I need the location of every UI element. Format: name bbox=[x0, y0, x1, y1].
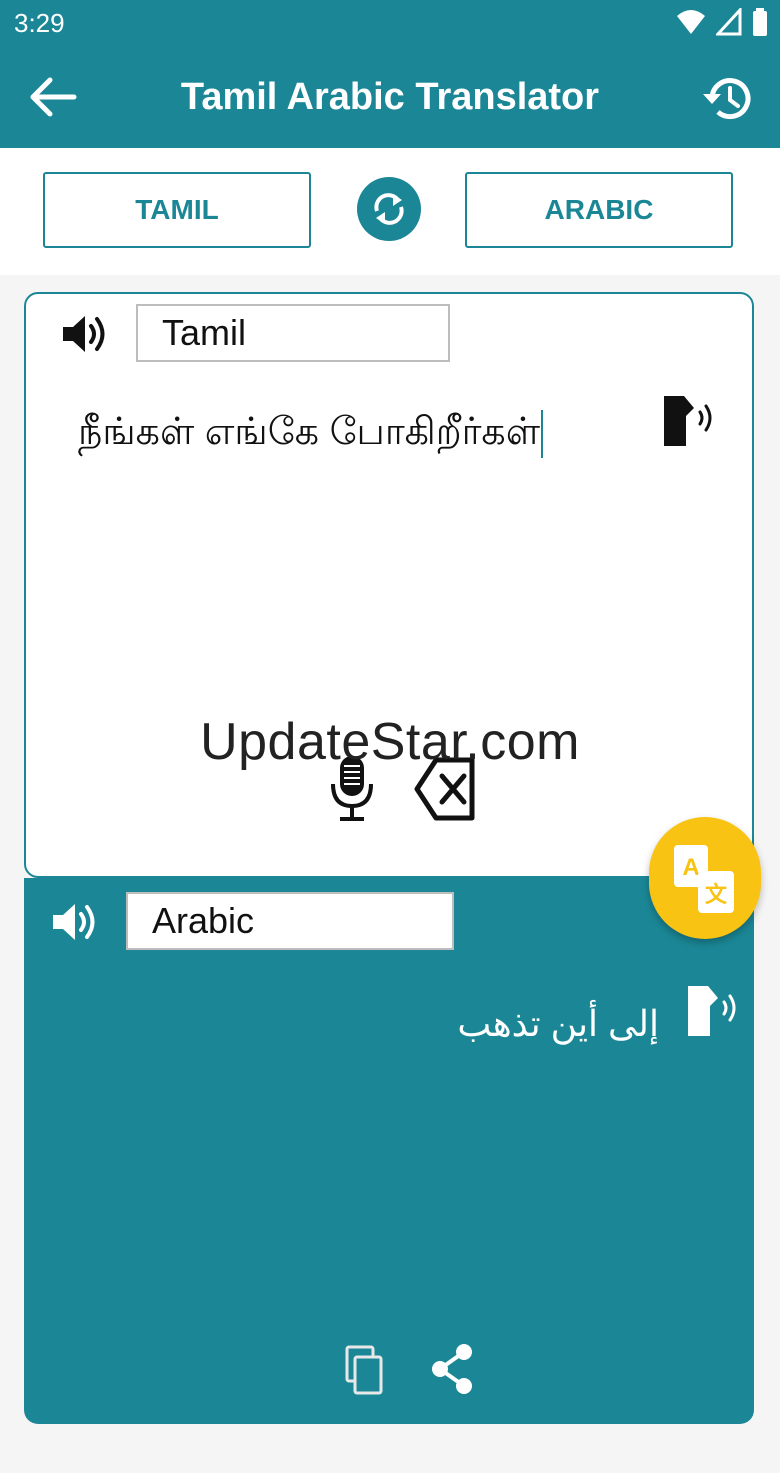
source-language-button[interactable]: TAMIL bbox=[43, 172, 311, 248]
translate-icon: A 文 bbox=[674, 845, 734, 913]
wifi-icon bbox=[677, 10, 705, 34]
history-icon[interactable] bbox=[700, 70, 756, 126]
translate-button[interactable]: A 文 bbox=[649, 817, 761, 939]
status-bar: 3:29 bbox=[0, 0, 780, 46]
translated-text-panel: Arabic إلى أين تذهب bbox=[24, 878, 754, 1424]
battery-icon bbox=[753, 8, 767, 36]
copy-icon[interactable] bbox=[344, 1344, 386, 1396]
source-text-panel: Tamil நீங்கள் எங்கே போகிறீர்கள் bbox=[24, 292, 754, 878]
speaker-icon[interactable] bbox=[60, 312, 110, 356]
status-time: 3:29 bbox=[14, 8, 65, 38]
share-icon[interactable] bbox=[428, 1342, 476, 1396]
text-caret bbox=[541, 410, 544, 458]
language-selector-bar: TAMIL ARABIC bbox=[0, 148, 780, 275]
speaker-icon[interactable] bbox=[50, 900, 100, 944]
swap-languages-button[interactable] bbox=[357, 177, 421, 241]
text-to-speech-icon[interactable] bbox=[686, 982, 742, 1040]
text-to-speech-icon[interactable] bbox=[662, 394, 718, 450]
translated-text: إلى أين تذهب bbox=[457, 1003, 659, 1044]
source-text: நீங்கள் எங்கே போகிறீர்கள் bbox=[78, 411, 541, 454]
app-bar: Tamil Arabic Translator bbox=[0, 46, 780, 148]
cellular-icon bbox=[716, 8, 742, 36]
svg-text:文: 文 bbox=[705, 882, 728, 908]
target-language-button[interactable]: ARABIC bbox=[465, 172, 733, 248]
watermark: UpdateStar.com bbox=[200, 713, 580, 771]
svg-text:A: A bbox=[682, 854, 699, 881]
system-icons bbox=[676, 8, 768, 36]
swap-icon bbox=[374, 193, 404, 225]
source-text-input[interactable]: நீங்கள் எங்கே போகிறீர்கள் bbox=[78, 410, 544, 459]
page-title: Tamil Arabic Translator bbox=[180, 76, 600, 118]
source-language-label: Tamil bbox=[136, 304, 450, 362]
target-language-label: Arabic bbox=[126, 892, 454, 950]
